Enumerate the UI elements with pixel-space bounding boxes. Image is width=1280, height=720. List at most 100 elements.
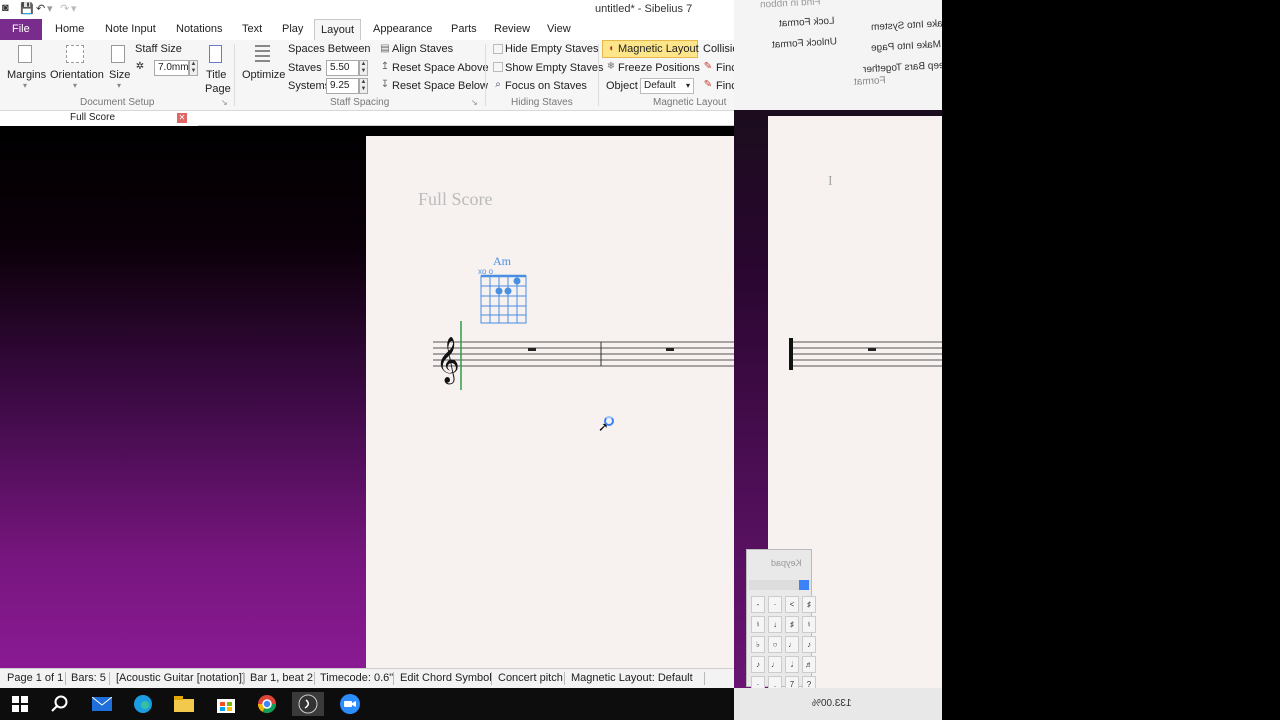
reset-space-below-icon: ↧	[380, 79, 390, 90]
chord-symbol-label[interactable]: Am	[493, 254, 512, 268]
keypad-key[interactable]: ♬	[802, 656, 816, 673]
margins-button[interactable]: Margins	[7, 69, 46, 81]
mirrored-staff	[789, 338, 942, 370]
systems-spinner[interactable]: ▲ ▼	[359, 78, 368, 94]
bar-rest[interactable]	[666, 348, 674, 351]
tab-view[interactable]: View	[541, 19, 577, 40]
keypad-key[interactable]: 𝅗𝅥	[785, 656, 799, 673]
object-select[interactable]: Default ▾	[640, 78, 694, 94]
keypad-key[interactable]: ·	[768, 596, 782, 613]
reset-space-above-icon: ↥	[380, 61, 390, 72]
tab-play[interactable]: Play	[276, 19, 309, 40]
dialog-launcher-icon[interactable]: ↘	[471, 98, 478, 107]
keypad-key[interactable]: ♮	[751, 616, 765, 633]
mirrored-make-system: Make Into System	[870, 17, 942, 34]
sibelius-icon[interactable]	[292, 692, 324, 716]
undo-dropdown-icon[interactable]: ▾	[47, 2, 53, 15]
keypad-key[interactable]: ♪	[751, 656, 765, 673]
status-pitch[interactable]: Concert pitch	[498, 672, 563, 684]
staff-size-spinner[interactable]: ▲ ▼	[189, 60, 198, 76]
score-canvas[interactable]: Full Score Am xo o 𝄞 ➚	[0, 126, 734, 668]
tab-layout[interactable]: Layout	[314, 19, 362, 41]
windows-start-icon[interactable]	[4, 692, 36, 716]
freeze-positions-button[interactable]: Freeze Positions	[618, 62, 700, 74]
redo-dropdown-icon[interactable]: ▾	[71, 2, 77, 15]
hide-empty-staves-button[interactable]: Hide Empty Staves	[505, 43, 599, 55]
mirrored-keep-bars: Keep Bars Together	[862, 59, 942, 76]
window-title: untitled* - Sibelius 7	[595, 3, 693, 15]
keypad-tab-active[interactable]	[799, 580, 809, 590]
tab-home[interactable]: Home	[49, 19, 90, 40]
undo-icon[interactable]: ↶	[36, 2, 45, 15]
tab-parts[interactable]: Parts	[445, 19, 483, 40]
score-staff[interactable]: Am xo o 𝄞	[366, 136, 734, 436]
staff-size-input[interactable]: 7.0mm	[154, 60, 189, 76]
tab-note-input[interactable]: Note Input	[99, 19, 162, 40]
redo-icon[interactable]: ↷	[60, 2, 69, 15]
optimize-button[interactable]: Optimize	[242, 69, 285, 81]
title-bar: ◙ 💾 ↶ ▾ ↷ ▾ untitled* - Sibelius 7	[0, 0, 734, 19]
staves-spacing-input[interactable]: 5.50	[326, 60, 359, 76]
keypad-panel[interactable]: Keypad - · < ♯ ♮ ↓ ♯ ♮ ♭ ○ ♩ ♪ ♪ ♩ 𝅗𝅥 ♬ …	[746, 549, 816, 693]
keypad-key[interactable]: ♭	[751, 636, 765, 653]
size-button[interactable]: Size	[109, 69, 130, 81]
keypad-key[interactable]: ♯	[802, 596, 816, 613]
freeze-positions-icon: ❄	[606, 61, 616, 72]
title-page-button[interactable]: Title	[206, 69, 226, 81]
systems-spacing-input[interactable]: 9.25	[326, 78, 359, 94]
tab-appearance[interactable]: Appearance	[367, 19, 438, 40]
staves-label: Staves	[288, 62, 322, 74]
save-icon[interactable]: 💾	[20, 2, 34, 15]
busy-spinner-icon	[604, 416, 614, 426]
spaces-between-label: Spaces Between	[288, 43, 371, 55]
keypad-key[interactable]: ○	[768, 636, 782, 653]
tab-notations[interactable]: Notations	[170, 19, 228, 40]
tab-text[interactable]: Text	[236, 19, 268, 40]
dialog-launcher-icon[interactable]: ↘	[221, 98, 228, 107]
keypad-tab-row[interactable]	[749, 580, 811, 590]
staff-lines	[433, 341, 734, 367]
align-staves-button[interactable]: Align Staves	[392, 43, 453, 55]
search-icon[interactable]	[44, 692, 76, 716]
keypad-key[interactable]: -	[751, 596, 765, 613]
keypad-key[interactable]: ♩	[785, 636, 799, 653]
tab-file[interactable]: File	[0, 19, 42, 40]
mirrored-format-group: Format	[853, 75, 886, 88]
keypad-key[interactable]: ♩	[768, 656, 782, 673]
status-magnetic[interactable]: Magnetic Layout: Default	[571, 672, 693, 684]
store-icon[interactable]	[210, 692, 242, 716]
staves-spinner[interactable]: ▲ ▼	[359, 60, 368, 76]
chevron-down-icon: ▾	[685, 81, 690, 90]
close-icon[interactable]: ✕	[177, 113, 187, 123]
page-size-icon	[111, 45, 125, 63]
reset-space-below-button[interactable]: Reset Space Below	[392, 80, 488, 92]
find-button-2[interactable]: Finc	[716, 80, 734, 92]
focus-on-staves-button[interactable]: Focus on Staves	[505, 80, 587, 92]
tab-full-score[interactable]: Full Score ✕	[0, 111, 198, 126]
edge-icon[interactable]	[127, 692, 159, 716]
collision-button[interactable]: Collisio	[703, 43, 734, 55]
group-magnetic-layout: Magnetic Layout	[653, 97, 727, 108]
score-page[interactable]: Full Score Am xo o 𝄞	[366, 136, 734, 668]
divider	[314, 672, 315, 685]
magnetic-layout-button[interactable]: Magnetic Layout	[618, 43, 699, 55]
chrome-icon[interactable]	[251, 692, 283, 716]
ribbon-layout: Margins ▾ Orientation ▾ Size ▾ Staff Siz…	[0, 40, 734, 111]
orientation-button[interactable]: Orientation	[50, 69, 104, 81]
keypad-key[interactable]: ♮	[802, 616, 816, 633]
zoom-icon[interactable]	[334, 692, 366, 716]
focus-on-staves-icon: ⌕	[495, 79, 501, 90]
bar-rest[interactable]	[528, 348, 536, 351]
reset-space-above-button[interactable]: Reset Space Above	[392, 62, 489, 74]
tab-review[interactable]: Review	[488, 19, 536, 40]
keypad-key[interactable]: ↓	[768, 616, 782, 633]
keypad-key[interactable]: ♯	[785, 616, 799, 633]
file-explorer-icon[interactable]	[168, 692, 200, 716]
keypad-key[interactable]: ♪	[802, 636, 816, 653]
divider	[234, 44, 235, 106]
find-button[interactable]: Finc	[716, 62, 734, 74]
mail-icon[interactable]	[86, 692, 118, 716]
show-empty-staves-button[interactable]: Show Empty Staves	[505, 62, 603, 74]
divider	[243, 672, 244, 685]
keypad-key[interactable]: <	[785, 596, 799, 613]
